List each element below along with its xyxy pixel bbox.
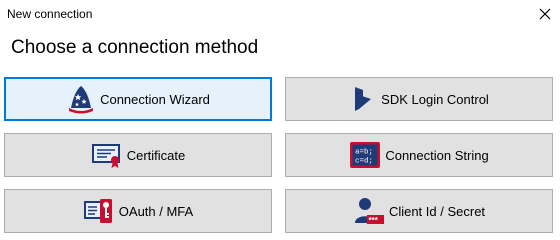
certificate-icon bbox=[91, 141, 123, 169]
client-id-secret-label: Client Id / Secret bbox=[388, 203, 486, 219]
close-icon bbox=[539, 8, 551, 20]
oauth-mfa-button[interactable]: OAuth / MFA bbox=[4, 189, 272, 233]
connection-string-icon-line-1: a=b; bbox=[355, 149, 373, 157]
client-id-secret-button[interactable]: *** Client Id / Secret bbox=[285, 189, 553, 233]
connection-string-button[interactable]: a=b; c=d; Connection String bbox=[285, 133, 553, 177]
connection-wizard-label: Connection Wizard bbox=[100, 91, 210, 107]
new-connection-window: New connection Choose a connection metho… bbox=[0, 0, 560, 240]
connection-string-icon-line-2: c=d; bbox=[355, 158, 373, 166]
certificate-label: Certificate bbox=[126, 147, 186, 163]
user-secret-icon: *** bbox=[353, 196, 385, 226]
sdk-login-control-label: SDK Login Control bbox=[381, 91, 489, 107]
oauth-key-icon bbox=[83, 197, 115, 225]
connection-wizard-button[interactable]: Connection Wizard bbox=[4, 77, 272, 121]
window-title: New connection bbox=[7, 7, 93, 21]
title-bar: New connection bbox=[0, 0, 560, 28]
oauth-mfa-label: OAuth / MFA bbox=[118, 203, 194, 219]
wizard-hat-icon bbox=[66, 84, 96, 114]
sdk-login-control-button[interactable]: SDK Login Control bbox=[285, 77, 553, 121]
connection-string-icon: a=b; c=d; bbox=[349, 141, 381, 169]
page-heading: Choose a connection method bbox=[11, 37, 259, 58]
certificate-button[interactable]: Certificate bbox=[4, 133, 272, 177]
dynamics-logo-icon bbox=[349, 85, 377, 113]
secret-asterisks: *** bbox=[368, 216, 378, 225]
connection-string-label: Connection String bbox=[385, 147, 489, 163]
close-button[interactable] bbox=[530, 0, 560, 28]
